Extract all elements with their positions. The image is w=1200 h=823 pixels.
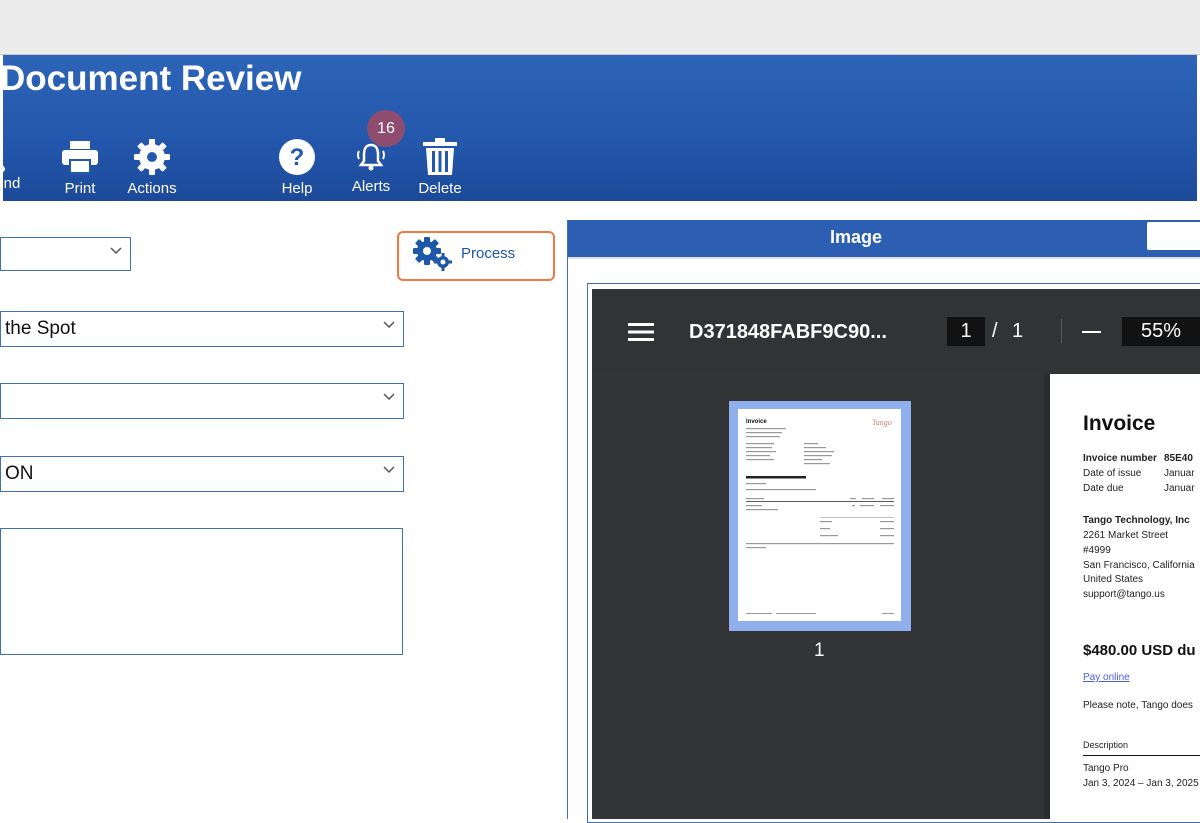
- dropdown-2-value: the Spot: [5, 318, 76, 339]
- thumbnail-page: Invoice Tango: [738, 409, 901, 621]
- find-button[interactable]: nd: [3, 137, 33, 197]
- toolbar-divider: [1061, 319, 1062, 343]
- dropdown-3[interactable]: [0, 383, 404, 419]
- date-of-issue-label: Date of issue: [1083, 468, 1142, 479]
- address-line-2: #4999: [1083, 545, 1111, 556]
- invoice-note: Please note, Tango does: [1083, 700, 1193, 711]
- process-label: Process: [461, 244, 516, 262]
- tab-image[interactable]: Image: [568, 220, 1200, 257]
- help-button[interactable]: ? Help: [273, 137, 321, 197]
- thumb-invoice-title: Invoice: [746, 419, 767, 425]
- invoice-thumbnail-preview: Invoice Tango: [746, 418, 894, 614]
- help-icon: ?: [278, 137, 316, 177]
- help-label: Help: [281, 180, 313, 197]
- process-button[interactable]: Process: [397, 231, 555, 281]
- pdf-file-name: D371848FABF9C90...: [689, 321, 887, 343]
- chevron-down-icon: [383, 321, 395, 329]
- svg-text:?: ?: [290, 144, 305, 171]
- pay-online-link[interactable]: Pay online: [1083, 672, 1130, 683]
- window-top-bar: [0, 0, 1200, 55]
- search-icon: [3, 137, 27, 177]
- thumb-brand: Tango: [872, 418, 892, 427]
- amount-due: $480.00 USD du: [1083, 642, 1196, 659]
- chevron-down-icon: [383, 393, 395, 401]
- delete-label: Delete: [418, 180, 462, 197]
- page-number-input[interactable]: 1: [947, 317, 985, 346]
- page-title: Document Review: [3, 59, 302, 98]
- line-item-period: Jan 3, 2024 – Jan 3, 2025: [1083, 778, 1199, 789]
- actions-label: Actions: [127, 180, 177, 197]
- chevron-down-icon: [383, 466, 395, 474]
- document-page: Invoice Invoice number 85E40 Date of iss…: [1050, 374, 1200, 819]
- company-name: Tango Technology, Inc: [1083, 515, 1190, 526]
- printer-icon: [61, 137, 99, 177]
- dropdown-4-value: ON: [5, 463, 34, 484]
- description-header: Description: [1083, 740, 1129, 750]
- dropdown-1[interactable]: [0, 237, 131, 271]
- page-total: 1: [1012, 320, 1024, 342]
- table-rule: [1083, 755, 1200, 756]
- alerts-label: Alerts: [351, 178, 391, 195]
- page-separator: /: [992, 320, 998, 342]
- app-header: Document Review nd Print Actions ? Help …: [3, 55, 1197, 201]
- invoice-number-label: Invoice number: [1083, 453, 1157, 464]
- menu-icon[interactable]: [628, 322, 654, 342]
- pdf-viewer: D371848FABF9C90... 1 / 1 55% Invoice Tan…: [592, 289, 1200, 819]
- date-of-issue-value: Januar: [1164, 468, 1195, 479]
- date-due-label: Date due: [1083, 483, 1124, 494]
- address-line-3: San Francisco, California: [1083, 560, 1195, 571]
- page-thumbnail[interactable]: Invoice Tango: [729, 401, 911, 631]
- zoom-level[interactable]: 55%: [1122, 317, 1200, 346]
- actions-button[interactable]: Actions: [121, 137, 183, 197]
- thumbnail-pane: Invoice Tango 1: [592, 374, 1044, 819]
- chevron-down-icon: [110, 247, 122, 255]
- gears-icon: [413, 236, 453, 276]
- tab-secondary[interactable]: [1147, 222, 1200, 250]
- zoom-out-icon[interactable]: [1082, 331, 1101, 333]
- address-line-1: 2261 Market Street: [1083, 530, 1169, 541]
- address-country: United States: [1083, 574, 1144, 585]
- date-due-value: Januar: [1164, 483, 1195, 494]
- dropdown-4[interactable]: ON: [0, 456, 404, 492]
- pdf-toolbar: D371848FABF9C90... 1 / 1 55%: [592, 289, 1200, 374]
- gear-icon: [133, 137, 171, 177]
- delete-button[interactable]: Delete: [415, 137, 465, 197]
- alerts-count-badge: 16: [367, 110, 405, 147]
- trash-icon: [422, 137, 458, 177]
- find-label: nd: [3, 175, 21, 192]
- tab-image-label: Image: [830, 227, 883, 247]
- print-button[interactable]: Print: [56, 137, 104, 197]
- tab-underline: [568, 257, 1200, 259]
- invoice-title: Invoice: [1083, 412, 1156, 435]
- line-item-name: Tango Pro: [1083, 763, 1129, 774]
- dropdown-2[interactable]: the Spot: [0, 311, 404, 347]
- invoice-number-value: 85E40: [1164, 453, 1193, 464]
- notes-textarea[interactable]: [0, 528, 403, 655]
- support-email: support@tango.us: [1083, 589, 1165, 600]
- print-label: Print: [64, 180, 96, 197]
